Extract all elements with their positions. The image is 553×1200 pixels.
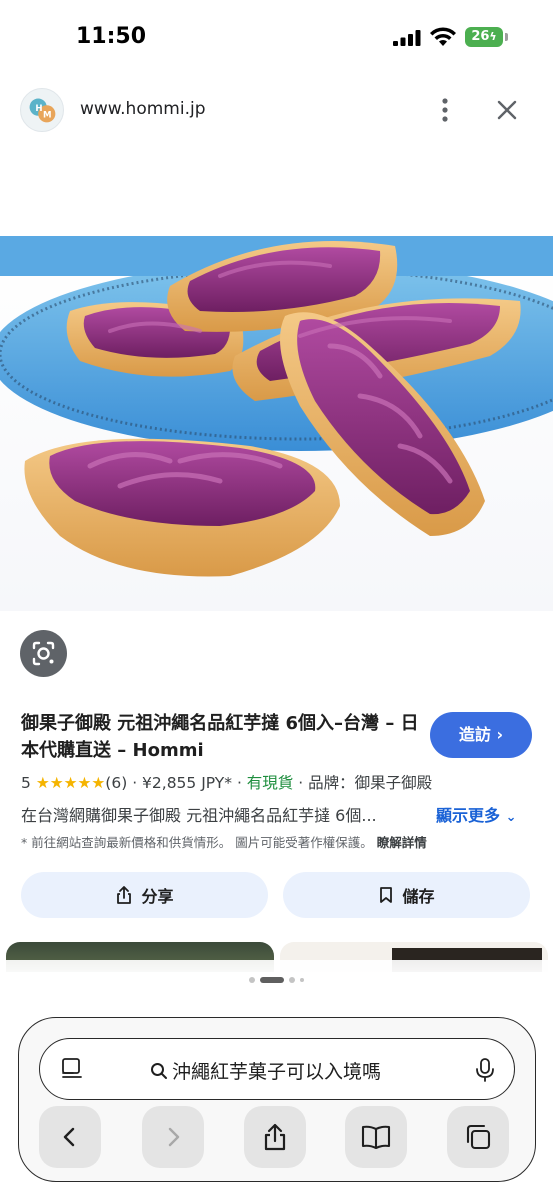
share-icon: [117, 886, 132, 904]
purple-sweet-potato-tarts-photo: [0, 236, 553, 577]
search-query-text: 沖繩紅芋菓子可以入境嗎: [172, 1061, 382, 1083]
mic-icon[interactable]: [474, 1057, 496, 1083]
brand: 品牌：御果子御殿: [308, 774, 433, 792]
battery-cap: [505, 33, 508, 41]
charging-icon: ϟ: [489, 30, 497, 43]
visit-button[interactable]: 造訪 ›: [430, 712, 532, 758]
show-more-label: 顯示更多: [436, 806, 501, 825]
chevron-down-icon: ⌄: [505, 810, 517, 825]
reader-icon[interactable]: [60, 1057, 84, 1081]
site-logo: H M: [20, 88, 64, 132]
share-label: 分享: [141, 887, 174, 906]
price: ¥2,855 JPY*: [142, 774, 233, 792]
forward-icon: [168, 1127, 180, 1147]
svg-text:H: H: [35, 104, 42, 114]
chevron-right-icon: ›: [496, 725, 504, 744]
page-indicator: [0, 976, 553, 984]
back-button[interactable]: [39, 1106, 101, 1168]
product-meta: 5 ★★★★★(6) · ¥2,855 JPY* · 有現貨 · 品牌：御果子御…: [21, 774, 433, 792]
visit-label: 造訪: [458, 725, 491, 744]
stock-status: 有現貨: [246, 774, 294, 792]
address-bar[interactable]: 沖繩紅芋菓子可以入境嗎: [39, 1038, 515, 1100]
show-more-link[interactable]: 顯示更多 ⌄: [436, 802, 517, 826]
back-icon: [63, 1127, 75, 1147]
page-share-button[interactable]: [244, 1106, 306, 1168]
tabs-icon: [466, 1124, 491, 1150]
page-dot-active: [260, 977, 284, 983]
save-button[interactable]: 儲存: [283, 872, 530, 918]
battery-level: 26: [471, 29, 490, 44]
product-description: 在台灣網購御果子御殿 元祖沖繩名品紅芋撻 6個...: [21, 806, 377, 825]
share-icon: [264, 1123, 286, 1151]
product-title[interactable]: 御果子御殿 元祖沖繩名品紅芋撻 6個入–台灣 – 日本代購直送 – Hommi: [21, 710, 419, 764]
forward-button[interactable]: [142, 1106, 204, 1168]
site-header: H M www.hommi.jp: [0, 85, 553, 135]
details-link[interactable]: 瞭解詳情: [377, 835, 427, 850]
bookmark-icon: [380, 887, 393, 903]
signal-icon: [393, 30, 421, 46]
save-label: 儲存: [402, 887, 435, 906]
wifi-icon: [430, 27, 456, 46]
disclaimer: * 前往網站查詢最新價格和供貨情形。 圖片可能受著作權保護。 瞭解詳情: [21, 832, 541, 851]
share-button[interactable]: 分享: [21, 872, 268, 918]
review-count: (6): [105, 774, 128, 792]
status-time: 11:50: [76, 24, 147, 49]
status-bar: 11:50 26ϟ: [0, 0, 553, 70]
page-dot: [300, 978, 304, 982]
product-image[interactable]: [0, 236, 553, 611]
lens-icon: [32, 641, 55, 666]
tabs-button[interactable]: [447, 1106, 509, 1168]
address-query[interactable]: 沖繩紅芋菓子可以入境嗎: [150, 1057, 381, 1084]
battery-indicator: 26ϟ: [465, 27, 503, 47]
browser-toolbar: 沖繩紅芋菓子可以入境嗎: [18, 1017, 536, 1182]
disclaimer-text: * 前往網站查詢最新價格和供貨情形。 圖片可能受著作權保護。: [21, 835, 373, 850]
page-dot: [289, 977, 295, 983]
page-dot: [249, 977, 255, 983]
book-icon: [361, 1125, 391, 1150]
star-rating-icon: ★★★★★: [35, 774, 106, 792]
svg-text:M: M: [43, 111, 52, 121]
search-icon: [151, 1062, 167, 1079]
lens-button[interactable]: [20, 630, 67, 677]
more-vert-icon[interactable]: [430, 95, 460, 125]
bookmarks-button[interactable]: [345, 1106, 407, 1168]
close-icon[interactable]: [492, 95, 522, 125]
rating-value: 5: [21, 774, 31, 792]
site-url[interactable]: www.hommi.jp: [80, 99, 206, 119]
